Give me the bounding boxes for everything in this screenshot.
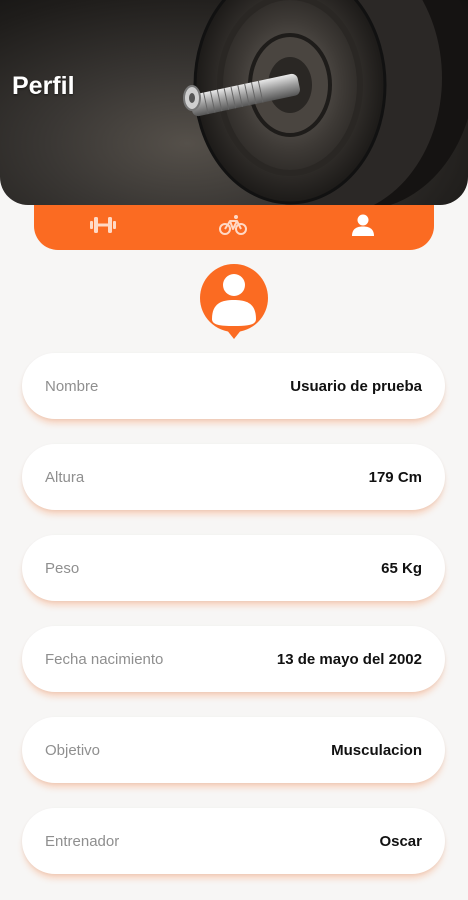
profile-screen: Perfil Nombre Usuario de prueba Altura 1… (0, 0, 468, 900)
field-label: Objetivo (45, 741, 101, 759)
field-nombre: Nombre Usuario de prueba (22, 353, 445, 419)
field-peso: Peso 65 Kg (22, 535, 445, 601)
field-fecha-nacimiento: Fecha nacimiento 13 de mayo del 2002 (22, 626, 445, 692)
field-value: Oscar (379, 832, 422, 850)
bicycle-icon (219, 215, 247, 235)
field-value: 65 Kg (381, 559, 422, 577)
field-label: Entrenador (45, 832, 120, 850)
field-label: Fecha nacimiento (45, 650, 164, 668)
field-altura: Altura 179 Cm (22, 444, 445, 510)
avatar (198, 263, 270, 343)
user-icon (352, 214, 374, 236)
field-label: Altura (45, 468, 85, 486)
tab-cycling[interactable] (216, 210, 250, 240)
page-title: Perfil (12, 72, 75, 100)
user-pin-icon (200, 264, 268, 339)
field-value: 179 Cm (368, 468, 422, 486)
field-value: Usuario de prueba (290, 377, 422, 395)
field-label: Peso (45, 559, 80, 577)
tab-profile[interactable] (346, 210, 380, 240)
field-label: Nombre (45, 377, 99, 395)
dumbbell-photo (183, 0, 468, 205)
dumbbell-icon (90, 217, 116, 233)
field-value: Musculacion (331, 741, 422, 759)
header-image (0, 0, 468, 205)
field-objetivo: Objetivo Musculacion (22, 717, 445, 783)
tab-workout[interactable] (86, 210, 120, 240)
field-entrenador: Entrenador Oscar (22, 808, 445, 874)
field-value: 13 de mayo del 2002 (276, 650, 422, 668)
